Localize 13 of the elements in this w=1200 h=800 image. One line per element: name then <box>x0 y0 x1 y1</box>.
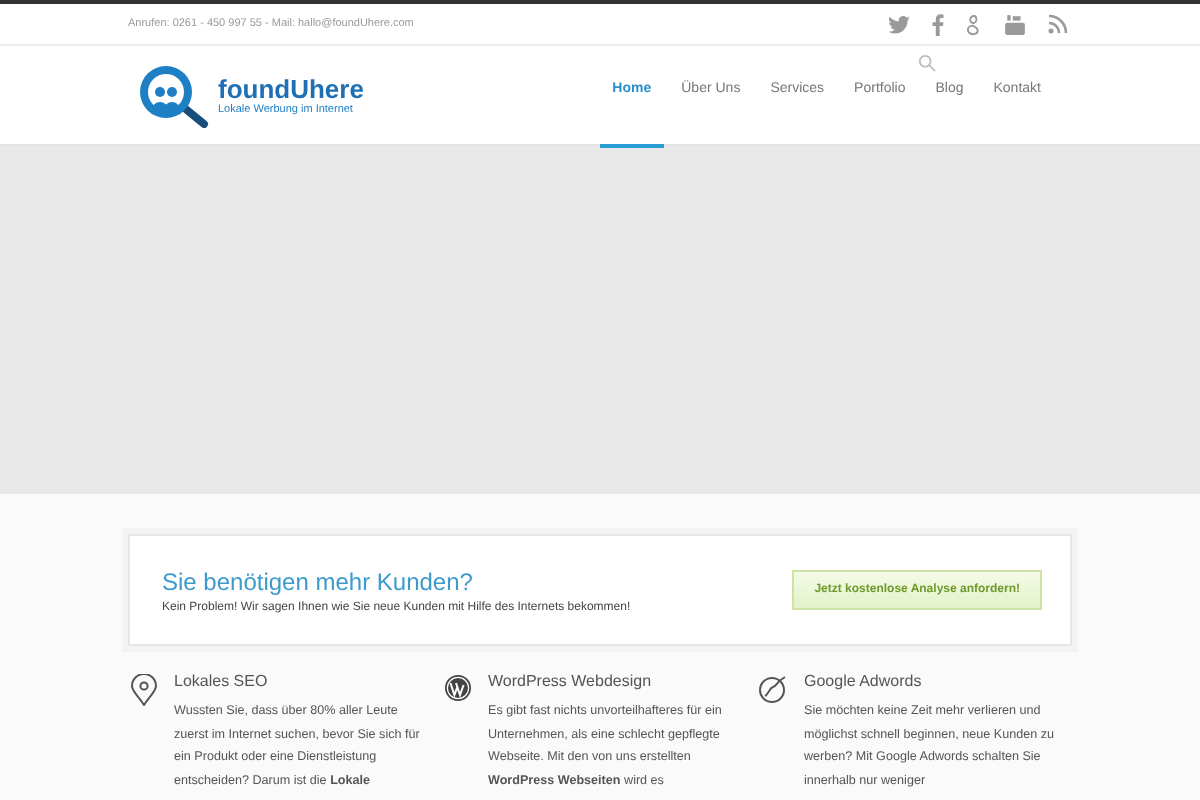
location-pin-icon <box>130 674 158 706</box>
trend-circle-icon <box>758 674 788 704</box>
callout-title: Sie benötigen mehr Kunden? <box>162 567 475 595</box>
facebook-icon[interactable] <box>932 13 944 35</box>
google-plus-icon[interactable] <box>966 13 982 35</box>
twitter-icon[interactable] <box>888 15 910 33</box>
feature-title: Google Adwords <box>804 672 924 690</box>
logo-wordmark[interactable]: foundUhere <box>218 75 364 103</box>
rss-icon[interactable] <box>1048 14 1068 34</box>
search-icon[interactable] <box>918 54 936 72</box>
wordpress-icon <box>444 674 472 702</box>
feature-title: Lokales SEO <box>174 672 270 690</box>
feature-title: WordPress Webdesign <box>488 672 654 690</box>
